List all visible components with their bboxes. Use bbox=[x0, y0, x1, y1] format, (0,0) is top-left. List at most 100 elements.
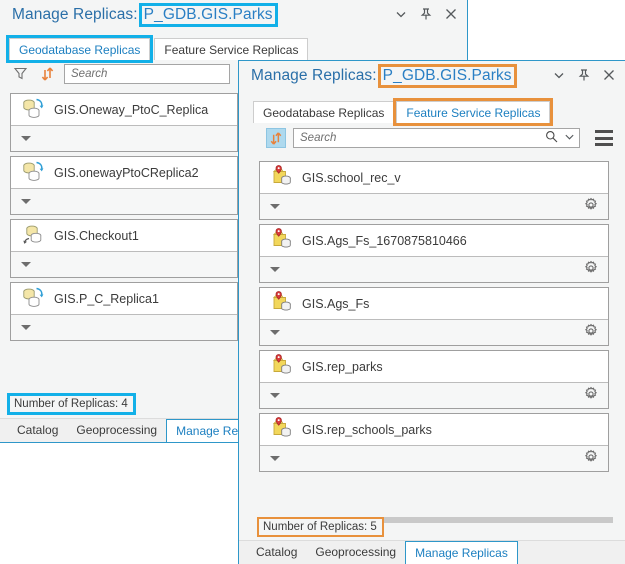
bottom-tab-catalog-back[interactable]: Catalog bbox=[8, 420, 67, 442]
list-item[interactable]: GIS.school_rec_v bbox=[259, 161, 609, 220]
front-bottom-tabs: Catalog Geoprocessing Manage Replicas bbox=[239, 540, 625, 564]
tab-geodatabase-replicas-back[interactable]: Geodatabase Replicas bbox=[9, 38, 150, 60]
bottom-tab-label: Geoprocessing bbox=[315, 545, 396, 559]
tab-label: Geodatabase Replicas bbox=[19, 43, 140, 57]
bottom-tab-label: Manage Replicas bbox=[415, 546, 508, 560]
replica-header[interactable]: GIS.rep_schools_parks bbox=[260, 414, 608, 445]
bottom-tab-catalog-front[interactable]: Catalog bbox=[247, 542, 306, 564]
list-item[interactable]: GIS.Checkout1 bbox=[10, 219, 238, 278]
expand-caret-icon[interactable] bbox=[270, 330, 280, 335]
tab-label: Geodatabase Replicas bbox=[263, 106, 384, 120]
feature-service-replica-icon bbox=[270, 228, 293, 253]
list-item[interactable]: GIS.rep_parks bbox=[259, 350, 609, 409]
pin-icon[interactable] bbox=[578, 69, 590, 84]
close-icon[interactable] bbox=[445, 8, 457, 22]
replica-body bbox=[260, 445, 608, 471]
expand-caret-icon[interactable] bbox=[21, 262, 31, 267]
checkout-replica-icon bbox=[21, 223, 45, 248]
gear-icon[interactable] bbox=[583, 323, 599, 342]
oneway-replica-icon bbox=[21, 160, 45, 185]
back-replica-list[interactable]: GIS.Oneway_PtoC_Replica GI bbox=[10, 93, 238, 393]
back-title-object: P_GDB.GIS.Parks bbox=[142, 6, 275, 24]
expand-caret-icon[interactable] bbox=[21, 325, 31, 330]
manage-replicas-window-front: Manage Replicas: P_GDB.GIS.Parks Geodata… bbox=[238, 60, 625, 564]
list-item[interactable]: GIS.rep_schools_parks bbox=[259, 413, 609, 472]
search-placeholder: Search bbox=[71, 68, 225, 80]
expand-caret-icon[interactable] bbox=[270, 456, 280, 461]
replica-body bbox=[11, 314, 237, 340]
replica-header[interactable]: GIS.Checkout1 bbox=[11, 220, 237, 251]
front-tabstrip: Geodatabase Replicas Feature Service Rep… bbox=[239, 99, 625, 123]
replica-name: GIS.Ags_Fs bbox=[302, 297, 369, 311]
front-replica-list[interactable]: GIS.school_rec_v bbox=[259, 161, 609, 546]
replica-body bbox=[260, 382, 608, 408]
close-icon[interactable] bbox=[603, 69, 615, 83]
pin-icon[interactable] bbox=[420, 8, 432, 23]
list-item[interactable]: GIS.Ags_Fs_1670875810466 bbox=[259, 224, 609, 283]
back-window-controls bbox=[395, 0, 457, 30]
sync-icon[interactable] bbox=[266, 128, 286, 148]
chevron-down-icon[interactable] bbox=[395, 8, 407, 22]
replica-header[interactable]: GIS.school_rec_v bbox=[260, 162, 608, 193]
replica-name: GIS.rep_schools_parks bbox=[302, 423, 432, 437]
feature-service-replica-icon bbox=[270, 291, 293, 316]
front-titlebar: Manage Replicas: P_GDB.GIS.Parks bbox=[239, 61, 625, 91]
replica-count-front: Number of Replicas: 5 bbox=[259, 519, 382, 535]
replica-body bbox=[260, 256, 608, 282]
hamburger-line bbox=[595, 137, 613, 140]
replica-header[interactable]: GIS.rep_parks bbox=[260, 351, 608, 382]
sync-icon[interactable] bbox=[37, 64, 57, 84]
front-toolbar: Search bbox=[239, 123, 625, 149]
chevron-down-icon[interactable] bbox=[553, 69, 565, 83]
feature-service-replica-icon bbox=[270, 165, 293, 190]
expand-caret-icon[interactable] bbox=[270, 204, 280, 209]
replica-header[interactable]: GIS.P_C_Replica1 bbox=[11, 283, 237, 314]
gear-icon[interactable] bbox=[583, 449, 599, 468]
replica-count-back: Number of Replicas: 4 bbox=[10, 396, 133, 412]
list-item[interactable]: GIS.Ags_Fs bbox=[259, 287, 609, 346]
bottom-tab-manage-replicas-front[interactable]: Manage Replicas bbox=[405, 541, 518, 564]
replica-name: GIS.school_rec_v bbox=[302, 171, 401, 185]
list-item[interactable]: GIS.Oneway_PtoC_Replica bbox=[10, 93, 238, 152]
oneway-replica-icon bbox=[21, 286, 45, 311]
hamburger-line bbox=[595, 130, 613, 133]
search-input-front[interactable]: Search bbox=[293, 128, 580, 148]
tab-feature-service-replicas-back[interactable]: Feature Service Replicas bbox=[154, 38, 308, 60]
replica-name: GIS.onewayPtoCReplica2 bbox=[54, 166, 199, 180]
chevron-down-icon[interactable] bbox=[564, 131, 575, 145]
replica-header[interactable]: GIS.Ags_Fs_1670875810466 bbox=[260, 225, 608, 256]
expand-caret-icon[interactable] bbox=[21, 136, 31, 141]
replica-name: GIS.Checkout1 bbox=[54, 229, 139, 243]
bottom-tab-label: Geoprocessing bbox=[76, 423, 157, 437]
replica-header[interactable]: GIS.onewayPtoCReplica2 bbox=[11, 157, 237, 188]
gear-icon[interactable] bbox=[583, 260, 599, 279]
bottom-tab-geoprocessing-back[interactable]: Geoprocessing bbox=[67, 420, 166, 442]
replica-body bbox=[11, 125, 237, 151]
tab-geodatabase-replicas-front[interactable]: Geodatabase Replicas bbox=[253, 101, 394, 123]
bottom-tab-label: Catalog bbox=[17, 423, 58, 437]
search-input-back[interactable]: Search bbox=[64, 64, 230, 84]
replica-header[interactable]: GIS.Oneway_PtoC_Replica bbox=[11, 94, 237, 125]
replica-body bbox=[260, 319, 608, 345]
replica-header[interactable]: GIS.Ags_Fs bbox=[260, 288, 608, 319]
hamburger-menu-icon[interactable] bbox=[595, 130, 613, 146]
expand-caret-icon[interactable] bbox=[270, 267, 280, 272]
list-item[interactable]: GIS.P_C_Replica1 bbox=[10, 282, 238, 341]
tab-label: Feature Service Replicas bbox=[406, 106, 540, 120]
expand-caret-icon[interactable] bbox=[270, 393, 280, 398]
list-item[interactable]: GIS.onewayPtoCReplica2 bbox=[10, 156, 238, 215]
back-tabstrip: Geodatabase Replicas Feature Service Rep… bbox=[0, 36, 467, 60]
back-title-prefix: Manage Replicas: bbox=[12, 6, 138, 24]
oneway-replica-icon bbox=[21, 97, 45, 122]
feature-service-replica-icon bbox=[270, 417, 293, 442]
replica-name: GIS.rep_parks bbox=[302, 360, 383, 374]
front-title-prefix: Manage Replicas: bbox=[251, 67, 377, 85]
gear-icon[interactable] bbox=[583, 197, 599, 216]
search-icon[interactable] bbox=[545, 130, 558, 146]
tab-feature-service-replicas-front[interactable]: Feature Service Replicas bbox=[396, 101, 550, 123]
filter-icon[interactable] bbox=[10, 64, 30, 84]
expand-caret-icon[interactable] bbox=[21, 199, 31, 204]
bottom-tab-geoprocessing-front[interactable]: Geoprocessing bbox=[306, 542, 405, 564]
replica-body bbox=[260, 193, 608, 219]
gear-icon[interactable] bbox=[583, 386, 599, 405]
